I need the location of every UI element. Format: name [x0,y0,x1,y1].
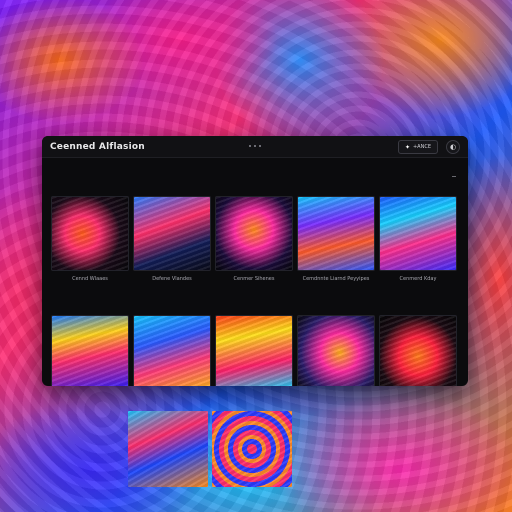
gallery-tile[interactable] [215,315,293,386]
app-title: Ceenned Alflasion [50,141,145,152]
gallery-tile[interactable]: Cennd Wlaaes [51,196,129,282]
window-dots [249,145,261,147]
artwork-thumbnail[interactable] [133,196,211,271]
header-actions: ✦ +ANCE ◐ [397,140,460,154]
floating-artwork-thumbnail[interactable] [212,411,292,487]
gallery-tile[interactable] [379,315,457,386]
menu-indicator-icon[interactable] [452,176,456,177]
tile-caption: Cemdnnte Liarnd Peyyipes [302,276,370,282]
artwork-thumbnail[interactable] [379,196,457,271]
gallery-tile[interactable] [51,315,129,386]
toolbar [42,158,468,182]
artwork-thumbnail[interactable] [215,196,293,271]
tile-caption: Cenmer Sihenes [233,276,275,282]
artwork-thumbnail[interactable] [51,196,129,271]
gallery-tile[interactable] [133,315,211,386]
create-button[interactable]: ✦ +ANCE [397,140,438,154]
dot [254,145,256,147]
artwork-thumbnail[interactable] [133,315,211,386]
image-gallery: Cennd Wlaaes Defene Vlandes Cenmer Sihenes… [51,196,458,386]
gallery-row: Cennd Wlaaes Defene Vlandes Cenmer Sihenes… [51,196,458,282]
gallery-row [51,315,458,386]
gallery-tile[interactable]: Cenmer Sihenes [215,196,293,282]
gallery-tile[interactable]: Defene Vlandes [133,196,211,282]
title-bar: Ceenned Alflasion ✦ +ANCE ◐ [42,136,468,158]
gallery-tile[interactable]: Cenmerd Kday [379,196,457,282]
artwork-thumbnail[interactable] [379,315,457,386]
moon-icon: ◐ [449,143,457,151]
dot [249,145,251,147]
gallery-window: Ceenned Alflasion ✦ +ANCE ◐ Cennd Wlaaes… [42,136,468,386]
artwork-thumbnail[interactable] [297,315,375,386]
artwork-thumbnail[interactable] [215,315,293,386]
artwork-thumbnail[interactable] [297,196,375,271]
create-button-label: +ANCE [412,144,431,150]
gallery-tile[interactable] [297,315,375,386]
artwork-thumbnail[interactable] [51,315,129,386]
sparkle-icon: ✦ [404,143,410,151]
tile-caption: Defene Vlandes [152,276,192,282]
gallery-tile[interactable]: Cemdnnte Liarnd Peyyipes [297,196,375,282]
tile-caption: Cennd Wlaaes [72,276,108,282]
floating-thumbnails [128,411,292,487]
tile-caption: Cenmerd Kday [399,276,437,282]
theme-toggle-button[interactable]: ◐ [446,140,460,154]
floating-artwork-thumbnail[interactable] [128,411,208,487]
dot [259,145,261,147]
